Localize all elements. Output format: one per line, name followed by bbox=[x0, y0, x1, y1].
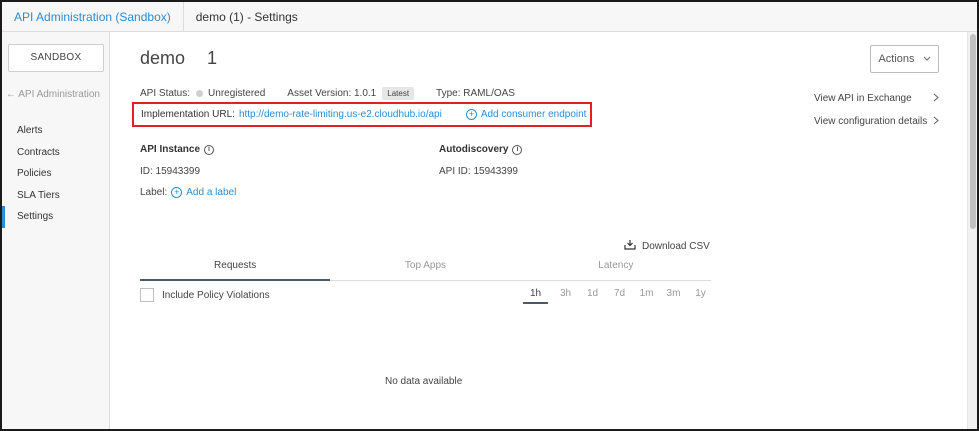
autodiscovery-heading: Autodiscovery i bbox=[439, 144, 523, 155]
sidebar-item-settings[interactable]: Settings bbox=[2, 206, 109, 228]
time-range-selector: 1h 3h 1d 7d 1m 3m 1y bbox=[523, 288, 710, 304]
autodiscovery-api-id: API ID: 15943399 bbox=[439, 166, 518, 177]
status-value: Unregistered bbox=[208, 88, 266, 99]
arrow-left-icon: ← bbox=[6, 89, 16, 100]
page-title: demo bbox=[140, 48, 186, 68]
info-icon[interactable]: i bbox=[204, 144, 215, 155]
vertical-scrollbar[interactable] bbox=[967, 32, 977, 429]
autodiscovery-title: Autodiscovery bbox=[439, 144, 509, 155]
api-instance-label-row: Label: + Add a label bbox=[140, 187, 236, 198]
api-meta-row: API Status: Unregistered Asset Version: … bbox=[140, 87, 515, 100]
range-1y[interactable]: 1y bbox=[691, 288, 710, 304]
range-3h[interactable]: 3h bbox=[556, 288, 575, 304]
view-configuration-label: View configuration details bbox=[814, 116, 928, 127]
environment-button[interactable]: SANDBOX bbox=[8, 44, 104, 72]
range-7d[interactable]: 7d bbox=[610, 288, 629, 304]
asset-version: Asset Version: 1.0.1 bbox=[287, 88, 377, 99]
scrollbar-thumb[interactable] bbox=[970, 34, 976, 229]
breadcrumb: API Administration (Sandbox) demo (1) - … bbox=[2, 2, 977, 32]
include-policy-violations-row: Include Policy Violations bbox=[140, 288, 270, 302]
breadcrumb-current: demo (1) - Settings bbox=[195, 9, 298, 24]
chevron-down-icon bbox=[923, 53, 931, 65]
view-in-exchange-label: View API in Exchange bbox=[814, 93, 912, 104]
range-3m[interactable]: 3m bbox=[664, 288, 683, 304]
api-version-number: 1 bbox=[207, 48, 218, 68]
sidebar-item-contracts[interactable]: Contracts bbox=[2, 142, 109, 164]
plus-circle-icon: + bbox=[465, 109, 477, 120]
tab-top-apps[interactable]: Top Apps bbox=[330, 256, 520, 280]
implementation-url-highlight: Implementation URL: http://demo-rate-lim… bbox=[132, 102, 592, 127]
sidebar-nav: Alerts Contracts Policies SLA Tiers Sett… bbox=[2, 120, 109, 228]
info-icon[interactable]: i bbox=[512, 144, 523, 155]
sidebar-item-sla-tiers[interactable]: SLA Tiers bbox=[2, 185, 109, 207]
tab-requests[interactable]: Requests bbox=[140, 256, 331, 281]
sidebar-item-alerts[interactable]: Alerts bbox=[2, 120, 109, 142]
download-csv-button[interactable]: Download CSV bbox=[624, 239, 710, 253]
actions-label: Actions bbox=[878, 53, 915, 65]
range-1m[interactable]: 1m bbox=[637, 288, 656, 304]
chevron-right-icon bbox=[933, 116, 939, 128]
label-field-label: Label: bbox=[140, 187, 168, 198]
implementation-url-label: Implementation URL: bbox=[141, 109, 235, 120]
latest-badge: Latest bbox=[382, 87, 415, 100]
back-to-api-admin-link[interactable]: ← API Administration bbox=[6, 89, 100, 100]
app-window: API Administration (Sandbox) demo (1) - … bbox=[0, 0, 979, 431]
plus-circle-icon[interactable]: + bbox=[171, 187, 183, 198]
add-consumer-endpoint-button[interactable]: + Add consumer endpoint bbox=[465, 109, 587, 120]
sidebar: SANDBOX ← API Administration Alerts Cont… bbox=[2, 32, 110, 429]
status-dot-icon bbox=[196, 90, 204, 97]
view-in-exchange-link[interactable]: View API in Exchange bbox=[814, 93, 939, 105]
breadcrumb-root-link[interactable]: API Administration (Sandbox) bbox=[2, 2, 183, 32]
no-data-message: No data available bbox=[385, 376, 463, 387]
include-policy-violations-checkbox[interactable] bbox=[140, 288, 154, 302]
tab-latency[interactable]: Latency bbox=[521, 256, 711, 280]
add-label-link[interactable]: Add a label bbox=[186, 187, 236, 198]
api-instance-id: ID: 15943399 bbox=[140, 166, 201, 177]
status-label: API Status: bbox=[140, 88, 191, 99]
range-1d[interactable]: 1d bbox=[583, 288, 602, 304]
range-1h[interactable]: 1h bbox=[523, 288, 548, 304]
main-content: demo 1 Actions API Status: Unregistered … bbox=[111, 32, 967, 429]
actions-button[interactable]: Actions bbox=[870, 45, 939, 73]
sidebar-item-policies[interactable]: Policies bbox=[2, 163, 109, 185]
chevron-right-icon bbox=[933, 93, 939, 105]
download-csv-label: Download CSV bbox=[642, 240, 710, 252]
api-instance-heading: API Instance i bbox=[140, 144, 215, 155]
download-icon bbox=[624, 239, 636, 253]
analytics-tabs: Requests Top Apps Latency bbox=[140, 256, 711, 281]
view-configuration-details-link[interactable]: View configuration details bbox=[814, 116, 939, 128]
include-policy-violations-label: Include Policy Violations bbox=[162, 289, 270, 301]
api-type: Type: RAML/OAS bbox=[436, 88, 515, 99]
back-link-label: API Administration bbox=[18, 89, 100, 100]
add-consumer-endpoint-label: Add consumer endpoint bbox=[480, 109, 587, 120]
implementation-url-link[interactable]: http://demo-rate-limiting.us-e2.cloudhub… bbox=[239, 109, 442, 120]
api-instance-title: API Instance bbox=[140, 144, 201, 155]
